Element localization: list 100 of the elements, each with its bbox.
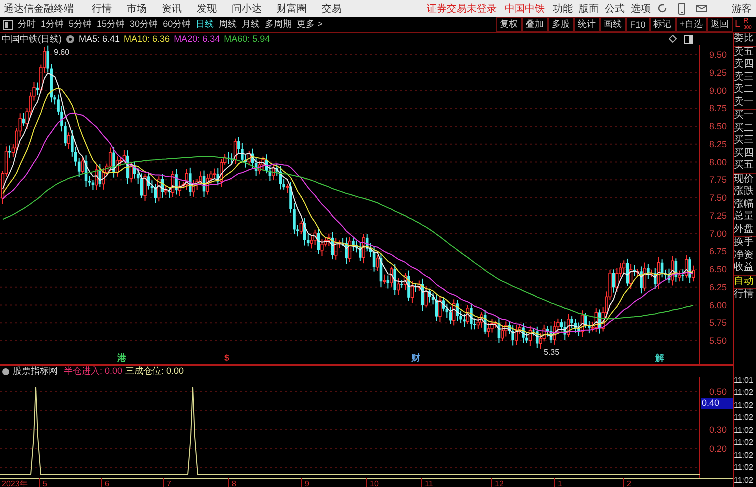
menu-item[interactable]: 资讯 xyxy=(162,2,182,16)
price-label: 6.50 xyxy=(709,264,727,274)
toolbar-button[interactable]: 叠加 xyxy=(522,17,548,32)
trade-time: 11:02 xyxy=(734,462,754,474)
quote-label: 卖四 xyxy=(734,59,755,72)
price-label: 9.00 xyxy=(709,86,727,96)
period-tab[interactable]: 5分钟 xyxy=(69,18,92,31)
period-tab[interactable]: 15分钟 xyxy=(97,18,126,31)
price-label: 8.25 xyxy=(709,139,727,150)
menu-item[interactable]: 市场 xyxy=(127,2,147,16)
high-price-label: 9.60 xyxy=(54,48,70,57)
period-tab[interactable]: 60分钟 xyxy=(163,18,192,31)
period-tab[interactable]: 日线 xyxy=(196,18,214,31)
quote-label: 外盘 xyxy=(734,224,755,236)
user-name[interactable]: 游客 xyxy=(732,2,752,16)
ma-value: MA10: 6.36 xyxy=(124,34,170,44)
price-label: 7.25 xyxy=(709,210,727,221)
price-label: 8.00 xyxy=(709,157,727,168)
toolbar-button[interactable]: 复权 xyxy=(496,17,522,32)
price-label: 6.75 xyxy=(709,246,727,257)
menu-item[interactable]: 公式 xyxy=(605,2,625,16)
trade-time: 11:02 xyxy=(734,412,754,424)
price-label: 7.50 xyxy=(709,193,727,203)
indicator-value: 半仓进入: 0.00 xyxy=(64,365,123,378)
low-price-label: 5.35 xyxy=(544,348,560,357)
quote-label: 买二 xyxy=(734,122,755,135)
quote-tab[interactable]: 行情 xyxy=(734,289,756,302)
price-label: 7.00 xyxy=(709,228,727,239)
chart-title: 中国中铁(日线) xyxy=(2,32,62,46)
menu-item[interactable]: 版面 xyxy=(579,2,599,16)
indicator-name[interactable]: 股票指标网 xyxy=(13,365,58,378)
toolbar-button[interactable]: +自选 xyxy=(676,17,707,32)
toolbar-button[interactable]: F10 xyxy=(626,17,650,32)
toolbar-button[interactable]: 统计 xyxy=(574,17,600,32)
quote-label: 卖二 xyxy=(734,84,755,96)
price-label: 7.75 xyxy=(709,175,727,186)
price-label: 5.50 xyxy=(709,336,727,346)
period-tab[interactable]: 周线 xyxy=(219,18,238,31)
period-tab[interactable]: 更多 > xyxy=(297,18,323,31)
trade-time: 11:02 xyxy=(734,387,754,399)
period-tab[interactable]: 分时 xyxy=(18,18,36,31)
trade-time: 11:02 xyxy=(734,474,754,486)
trade-time: 11:01 xyxy=(734,374,754,386)
quote-label: 收益 xyxy=(734,262,755,274)
trade-time: 11:02 xyxy=(734,424,754,436)
menu-item[interactable]: 发现 xyxy=(197,2,217,16)
event-mark[interactable]: 财 xyxy=(412,353,420,363)
price-label: 5.75 xyxy=(709,318,727,328)
login-status[interactable]: 证券交易未登录 xyxy=(427,2,497,16)
month-label: 5 xyxy=(43,480,48,487)
month-label: 2 xyxy=(627,480,632,487)
toolbar-button[interactable]: 标记 xyxy=(650,17,676,32)
trade-time: 11:02 xyxy=(734,437,754,449)
toolbar-button[interactable]: 画线 xyxy=(600,17,626,32)
period-tab[interactable]: 30分钟 xyxy=(130,18,158,31)
ma-value: MA60: 5.94 xyxy=(224,34,270,44)
price-label: 9.50 xyxy=(709,50,727,60)
menu-item[interactable]: 财富圈 xyxy=(277,2,307,16)
month-label: 1 xyxy=(558,480,562,487)
month-label: 9 xyxy=(305,480,310,487)
quote-label: 买四 xyxy=(734,148,755,160)
quote-label: 净资 xyxy=(734,250,755,262)
menu-item[interactable]: 行情 xyxy=(92,2,112,16)
menu-item[interactable]: 功能 xyxy=(553,2,573,16)
quote-label: 总量 xyxy=(734,211,755,224)
event-mark[interactable]: 港 xyxy=(118,353,126,363)
ma-value: MA20: 6.34 xyxy=(174,34,220,44)
month-label: 6 xyxy=(105,480,110,487)
event-mark[interactable]: 解 xyxy=(656,353,664,363)
quote-label: 买一 xyxy=(734,110,755,122)
menu-item[interactable]: 问小达 xyxy=(232,2,262,16)
price-label: 6.25 xyxy=(709,282,727,292)
quote-label: 买五 xyxy=(734,160,755,172)
price-label: 8.75 xyxy=(709,104,727,114)
menu-item[interactable]: 交易 xyxy=(322,2,342,16)
mode-toggle[interactable]: 自动 xyxy=(734,276,756,288)
quote-label: 现价 xyxy=(734,174,755,186)
quote-label: 涨跌 xyxy=(734,186,755,198)
month-label: 10 xyxy=(370,480,379,487)
menu-item[interactable]: 选项 xyxy=(631,2,651,16)
month-label: 8 xyxy=(232,480,236,487)
price-label: 6.00 xyxy=(709,300,727,310)
price-label: 8.50 xyxy=(709,122,727,132)
quote-label: 卖五 xyxy=(734,46,755,58)
stock-name: 中国中铁 xyxy=(505,2,545,16)
current-value-label: 0.40 xyxy=(701,398,733,409)
ma-value: MA5: 6.41 xyxy=(79,34,120,44)
indicator-axis-label: 0.50 xyxy=(709,387,727,397)
price-label: 9.25 xyxy=(709,68,727,78)
month-label: 11 xyxy=(425,480,434,487)
quote-label: 卖一 xyxy=(734,96,755,109)
quote-label: 涨幅 xyxy=(734,198,755,210)
month-label: 12 xyxy=(495,480,504,487)
month-label: 7 xyxy=(167,480,172,487)
event-mark[interactable]: $ xyxy=(224,353,230,363)
toolbar-button[interactable]: 返回 xyxy=(707,17,733,32)
period-tab[interactable]: 多周期 xyxy=(265,18,292,31)
toolbar-button[interactable]: 多股 xyxy=(548,17,574,32)
period-tab[interactable]: 1分钟 xyxy=(41,18,64,31)
period-tab[interactable]: 月线 xyxy=(242,18,260,31)
